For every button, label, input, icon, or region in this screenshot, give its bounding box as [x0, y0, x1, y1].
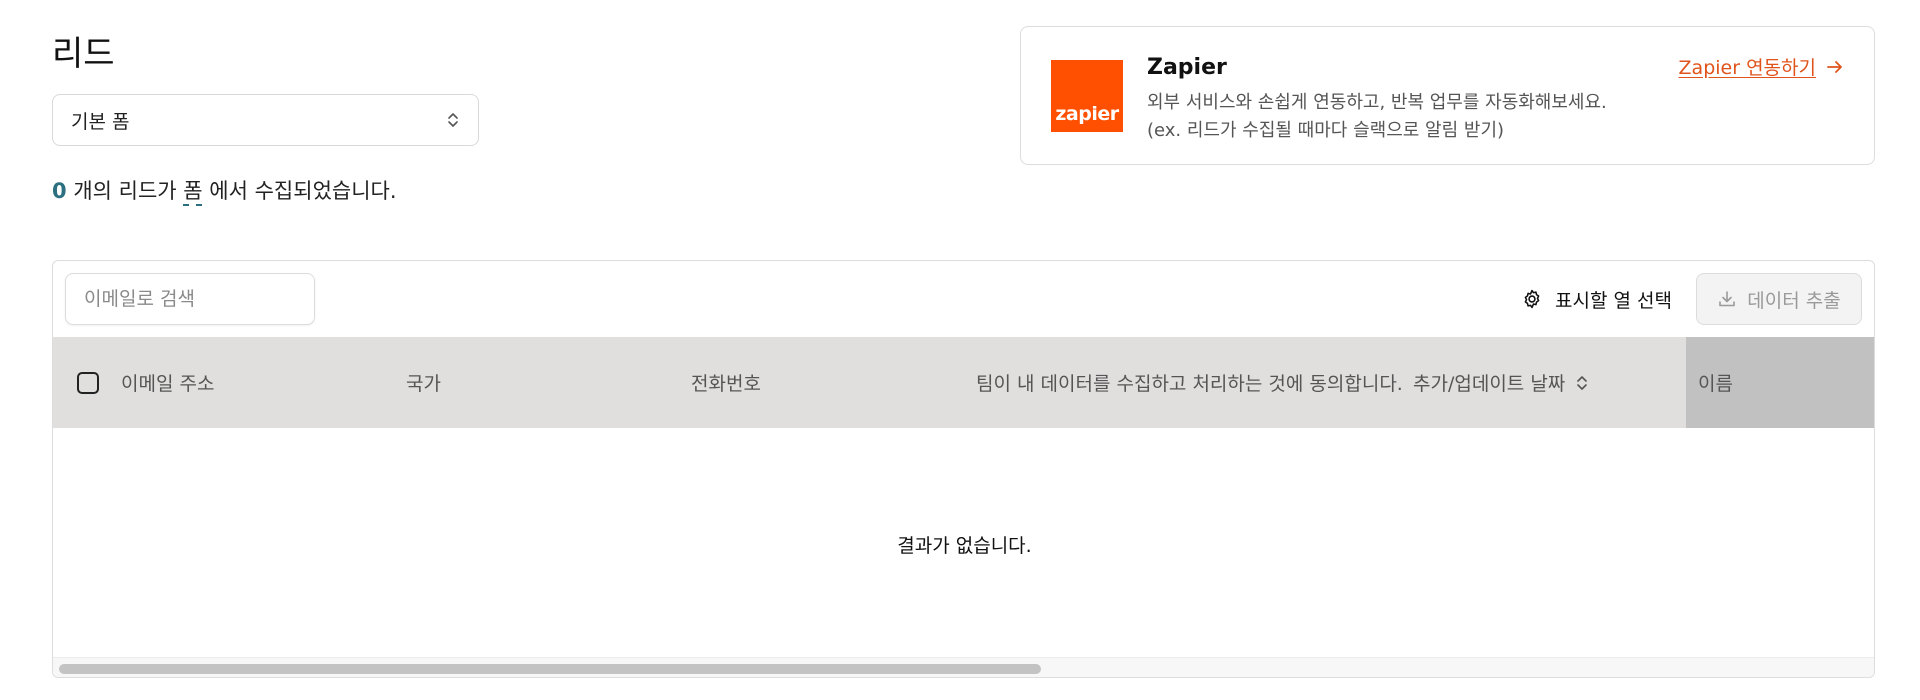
zapier-desc-line1: 외부 서비스와 손쉽게 연동하고, 반복 업무를 자동화해보세요. — [1147, 92, 1607, 113]
column-header-email[interactable]: 이메일 주소 — [121, 337, 214, 428]
sort-icon — [1577, 375, 1588, 390]
lead-count: 0 — [52, 179, 67, 203]
leads-page: 리드 기본 폼 0 개의 리드가 폼 에서 수집되었습니다. zapier Za… — [0, 0, 1920, 700]
zapier-card: zapier Zapier 외부 서비스와 손쉽게 연동하고, 반복 업무를 자… — [1020, 26, 1875, 165]
chevron-updown-icon — [448, 113, 458, 127]
lead-summary: 0 개의 리드가 폼 에서 수집되었습니다. — [52, 175, 397, 205]
summary-text-after: 에서 수집되었습니다. — [209, 179, 397, 203]
column-header-date[interactable]: 추가/업데이트 날짜 — [1413, 337, 1589, 428]
form-select-value: 기본 폼 — [71, 110, 130, 133]
zapier-description: 외부 서비스와 손쉽게 연동하고, 반복 업무를 자동화해보세요. (ex. 리… — [1147, 89, 1607, 145]
scrollbar-thumb[interactable] — [59, 664, 1041, 674]
zapier-name: Zapier — [1147, 55, 1227, 80]
email-search-input[interactable] — [65, 273, 315, 325]
form-link[interactable]: 폼 — [183, 179, 202, 203]
zapier-logo: zapier — [1051, 60, 1123, 132]
column-header-name[interactable]: 이름 — [1686, 337, 1874, 428]
export-data-button[interactable]: 데이터 추출 — [1696, 273, 1862, 325]
column-header-date-label: 추가/업데이트 날짜 — [1413, 373, 1566, 395]
column-header-consent[interactable]: 팀이 내 데이터를 수집하고 처리하는 것에 동의합니다. — [976, 337, 1403, 428]
form-select[interactable]: 기본 폼 — [52, 94, 479, 146]
arrow-right-icon — [1827, 60, 1842, 73]
export-data-label: 데이터 추출 — [1747, 289, 1841, 312]
column-header-country[interactable]: 국가 — [406, 337, 441, 428]
zapier-desc-line2: (ex. 리드가 수집될 때마다 슬랙으로 알림 받기) — [1147, 120, 1505, 141]
zapier-connect-link[interactable]: Zapier 연동하기 — [1679, 53, 1844, 80]
gear-icon — [1524, 289, 1540, 309]
horizontal-scrollbar[interactable] — [53, 657, 1874, 677]
column-header-phone[interactable]: 전화번호 — [691, 337, 761, 428]
empty-state-message: 결과가 없습니다. — [897, 535, 1032, 557]
table-header: 이메일 주소 국가 전화번호 팀이 내 데이터를 수집하고 처리하는 것에 동의… — [53, 337, 1874, 428]
summary-text-before: 개의 리드가 — [73, 179, 177, 203]
zapier-connect-label: Zapier 연동하기 — [1678, 57, 1816, 79]
select-columns-label: 표시할 열 선택 — [1555, 289, 1672, 312]
zapier-logo-text: zapier — [1055, 103, 1119, 125]
select-columns-button[interactable]: 표시할 열 선택 — [1515, 273, 1678, 325]
select-all-checkbox[interactable] — [77, 372, 99, 394]
page-title: 리드 — [52, 34, 115, 74]
download-icon — [1719, 291, 1736, 307]
leads-table-card: 표시할 열 선택 데이터 추출 이메일 주소 국가 전화번호 팀이 내 데이터를… — [52, 260, 1875, 678]
